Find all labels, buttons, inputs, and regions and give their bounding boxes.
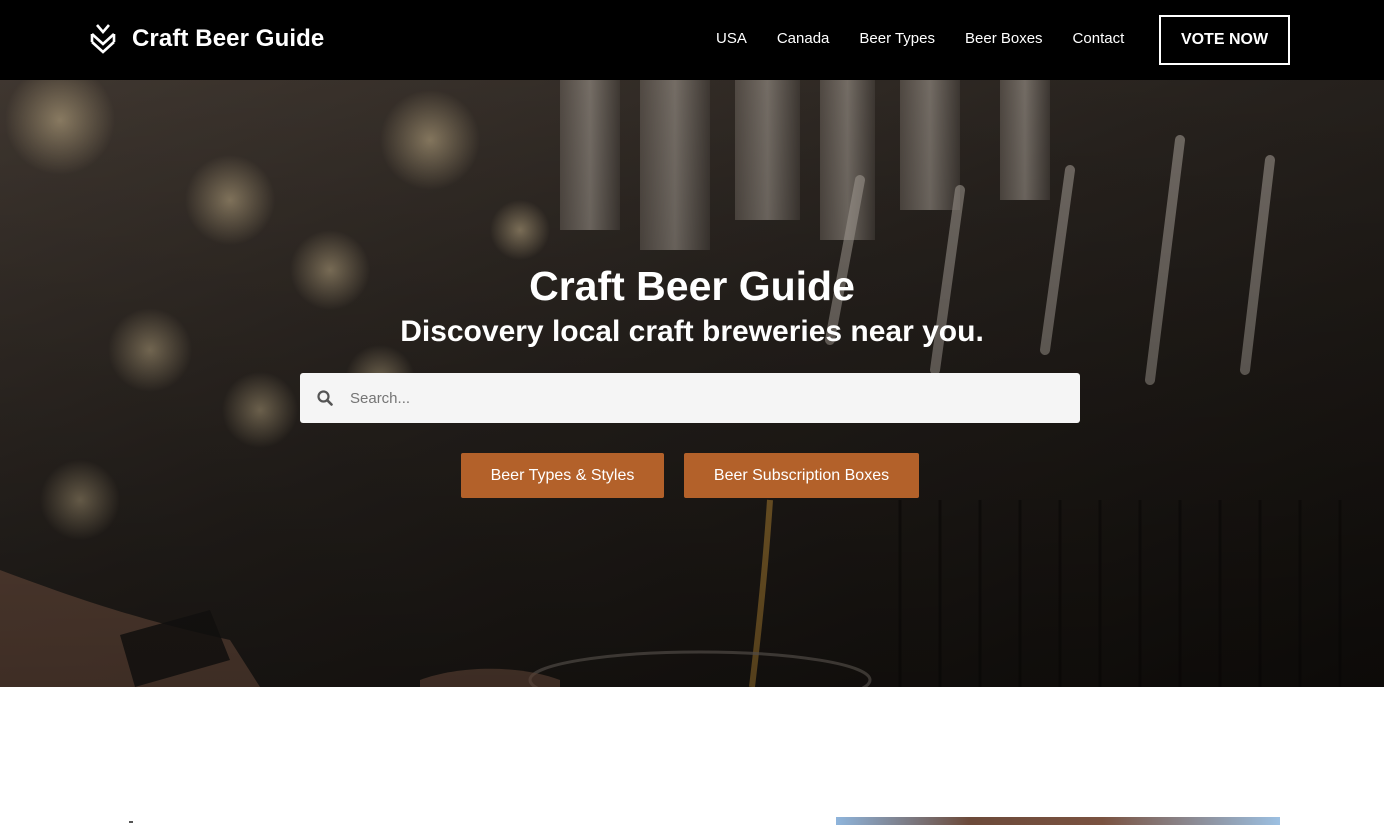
search-input[interactable] [348,377,1052,419]
main-nav: USA Canada Beer Types Beer Boxes Contact [716,30,1154,47]
hero-title: Craft Beer Guide [529,263,855,309]
search-icon[interactable] [317,390,333,406]
beer-types-styles-button[interactable]: Beer Types & Styles [461,453,664,498]
beer-subscription-boxes-button[interactable]: Beer Subscription Boxes [684,453,919,498]
content-text-fragment [129,821,133,823]
hero-section: Craft Beer Guide Discovery local craft b… [0,80,1384,687]
search-bar [300,373,1080,423]
vote-now-button[interactable]: VOTE NOW [1159,15,1290,65]
site-logo[interactable]: Craft Beer Guide [89,22,324,56]
site-name: Craft Beer Guide [132,25,325,52]
nav-item-beer-types[interactable]: Beer Types [859,30,935,47]
nav-item-contact[interactable]: Contact [1073,30,1125,47]
wheat-chevron-icon [90,24,116,54]
nav-item-usa[interactable]: USA [716,30,747,47]
nav-item-beer-boxes[interactable]: Beer Boxes [965,30,1043,47]
hero-subtitle: Discovery local craft breweries near you… [400,315,984,348]
brewery-photo [836,817,1280,825]
nav-item-canada[interactable]: Canada [777,30,830,47]
site-header: Craft Beer Guide USA Canada Beer Types B… [0,0,1384,80]
